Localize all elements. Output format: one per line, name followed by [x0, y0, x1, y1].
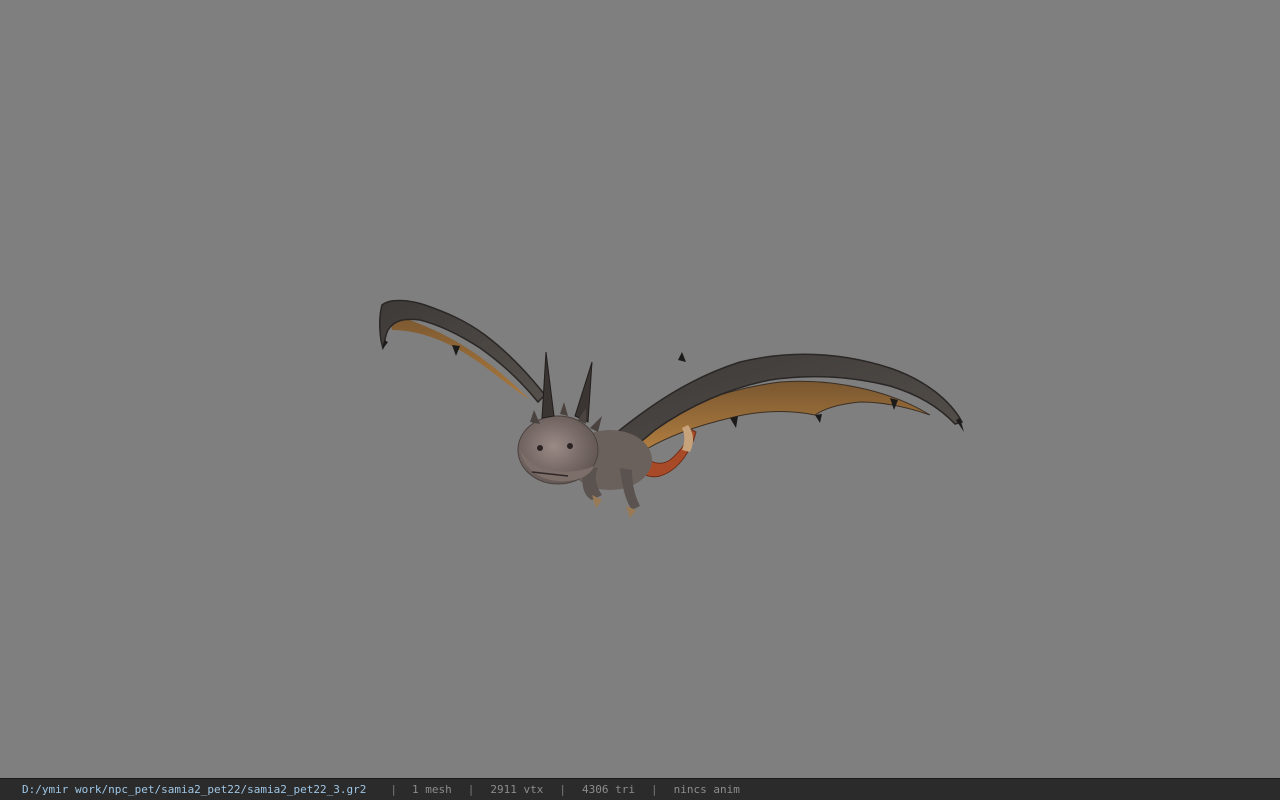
triangle-count-label: 4306 tri: [581, 783, 635, 796]
animation-status-label: nincs anim: [673, 783, 740, 796]
status-bar: D:/ymir work/npc_pet/samia2_pet22/samia2…: [0, 778, 1280, 800]
status-separator: |: [390, 783, 397, 796]
3d-viewport[interactable]: [0, 0, 1280, 778]
dragon-model-icon: [379, 299, 964, 518]
mesh-count-label: 1 mesh: [412, 783, 452, 796]
status-separator: |: [650, 783, 658, 796]
file-path-label: D:/ymir work/npc_pet/samia2_pet22/samia2…: [22, 783, 367, 796]
vertex-count-label: 2911 vtx: [490, 783, 544, 796]
status-separator: |: [559, 783, 566, 796]
status-separator: |: [467, 783, 475, 796]
